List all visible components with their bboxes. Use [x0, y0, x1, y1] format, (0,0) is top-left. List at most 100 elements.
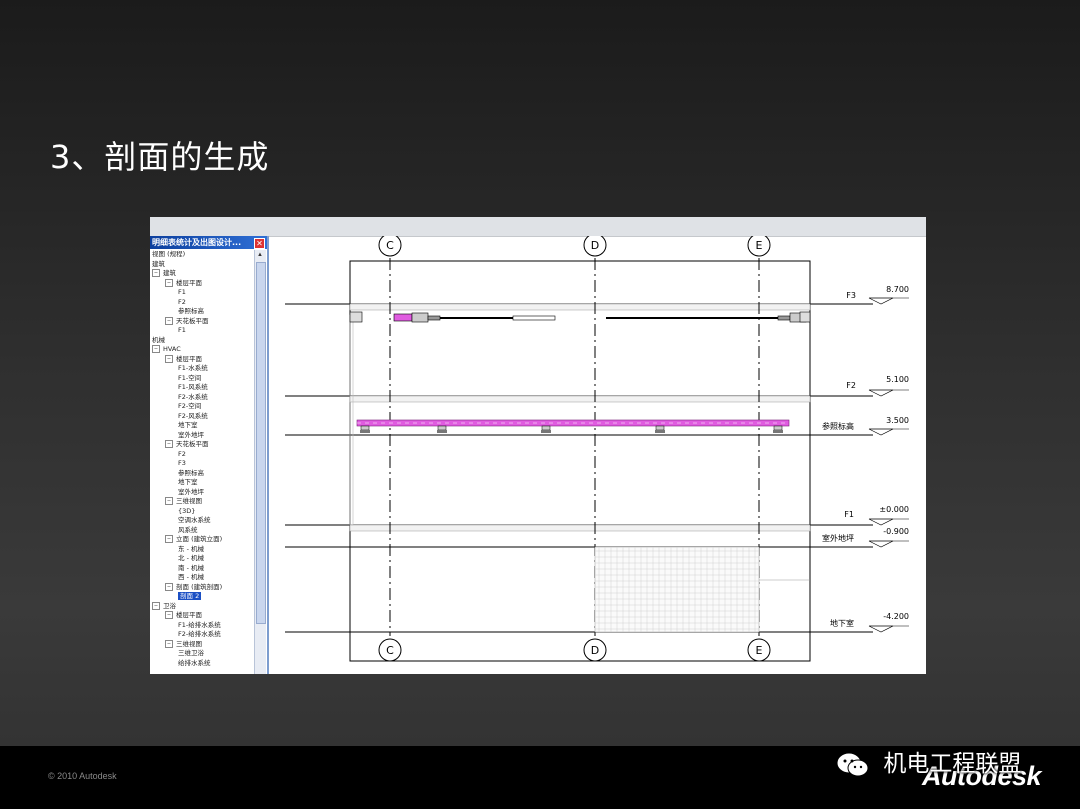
tree-item[interactable]: F2-风系统 [178, 412, 208, 421]
tree-item[interactable]: 空调水系统 [178, 516, 211, 525]
tree-item-label: 建筑 [163, 269, 176, 277]
f3-air-terminals [349, 311, 811, 323]
tree-expander-icon[interactable]: − [152, 269, 160, 277]
tree-item[interactable]: − 三维视图 [165, 497, 202, 506]
tree-item-label: F2 [178, 297, 186, 306]
tree-item-label: 室外地坪 [178, 430, 204, 439]
tree-expander-icon[interactable]: − [165, 639, 173, 648]
tree-expander-icon[interactable]: − [165, 278, 173, 287]
tree-item[interactable]: 北 - 机械 [178, 554, 204, 563]
tree-item-label: 北 - 机械 [178, 554, 204, 562]
scroll-up-icon[interactable]: ▲ [256, 251, 264, 259]
copyright-text: © 2010 Autodesk [48, 771, 117, 781]
tree-item[interactable]: 机械 [152, 336, 165, 345]
tree-item-label: 建筑 [152, 259, 165, 268]
tree-item[interactable]: 剖面 2 [178, 592, 202, 601]
tree-item[interactable]: − 天花板平面 [165, 316, 209, 326]
level-name-outdoor: 室外地坪 [822, 533, 854, 543]
tree-item-label: 楼层平面 [176, 278, 202, 287]
tree-item[interactable]: F2-水系统 [178, 393, 208, 402]
tree-item[interactable]: F2-给排水系统 [178, 630, 221, 639]
tree-item[interactable]: − 三维视图 [165, 639, 202, 649]
tree-item-label: 天花板平面 [176, 440, 209, 448]
tree-expander-icon[interactable]: − [165, 497, 173, 505]
tree-item-label: HVAC [163, 345, 181, 353]
slab-f2 [349, 395, 811, 403]
tree-item[interactable]: F2 [178, 298, 186, 307]
watermark: 机电工程联盟 [836, 744, 1021, 779]
tree-item[interactable]: 地下室 [178, 478, 198, 487]
tree-expander-icon[interactable]: − [165, 354, 173, 363]
tree-item[interactable]: 地下室 [178, 421, 198, 430]
tree-item[interactable]: F1 [178, 288, 186, 297]
tree-item[interactable]: 西 - 机械 [178, 573, 204, 582]
grid-label-d-top: D [591, 239, 599, 252]
tree-expander-icon[interactable]: − [152, 601, 160, 610]
revit-screenshot: 明细表统计及出图设计... ✕ 视图 (规程) 建筑 − 建筑 − 楼层平面 F1 F2 参照标… [150, 217, 926, 674]
tree-item[interactable]: − 立面 (建筑立面) [165, 535, 222, 544]
tree-item[interactable]: − 楼层平面 [165, 278, 202, 288]
tree-item[interactable]: − 天花板平面 [165, 440, 209, 449]
close-icon[interactable]: ✕ [254, 238, 265, 249]
tree-item-label: F2-给排水系统 [178, 630, 221, 638]
tree-item-label: 三维视图 [176, 639, 202, 648]
tree-item-label: 参照标高 [178, 468, 204, 477]
project-browser-title-text: 明细表统计及出图设计... [152, 238, 242, 247]
tree-item-label: F1 [178, 326, 186, 334]
tree-item[interactable]: {3D} [178, 507, 195, 516]
tree-item[interactable]: − 卫浴 [152, 601, 176, 611]
tree-expander-icon[interactable]: − [165, 582, 173, 591]
level-name-ref: 参照标高 [822, 421, 854, 431]
tree-item[interactable]: 视图 (规程) [152, 250, 185, 259]
tree-item[interactable]: − 剖面 (建筑剖面) [165, 582, 222, 592]
tree-expander-icon[interactable]: − [165, 316, 173, 325]
tree-item[interactable]: 风系统 [178, 526, 198, 535]
tree-expander-icon[interactable]: − [165, 611, 173, 619]
tree-item[interactable]: F1 [178, 326, 186, 335]
tree-item[interactable]: − 建筑 [152, 269, 176, 278]
tree-item[interactable]: 东 - 机械 [178, 545, 204, 554]
tree-item[interactable]: F1-空间 [178, 374, 201, 383]
tree-expander-icon[interactable]: − [165, 535, 173, 543]
tree-item-label: 机械 [152, 335, 165, 344]
tree-item[interactable]: F2-空间 [178, 402, 201, 411]
tree-item[interactable]: 室外地坪 [178, 488, 204, 497]
tree-item-label: 剖面 2 [178, 592, 202, 600]
tree-item[interactable]: 三维卫浴 [178, 649, 204, 658]
grid-bubbles-bottom: C D E [378, 638, 771, 662]
tree-item[interactable]: 室外地坪 [178, 431, 204, 440]
tree-item-label: 室外地坪 [178, 487, 204, 496]
wechat-icon [836, 752, 869, 776]
tree-item-label: 给排水系统 [178, 658, 211, 667]
project-browser-title[interactable]: 明细表统计及出图设计... ✕ [150, 236, 267, 249]
level-value-f2: 5.100 [886, 375, 909, 384]
scroll-thumb[interactable] [256, 262, 266, 624]
tree-item-label: 西 - 机械 [178, 573, 204, 581]
grid-label-e-bottom: E [756, 644, 763, 657]
tree-item-label: F1-风系统 [178, 383, 208, 391]
level-value-f1: ±0.000 [879, 505, 909, 514]
tree-item[interactable]: F1-给排水系统 [178, 621, 221, 630]
tree-item-label: 三维卫浴 [178, 649, 204, 657]
level-value-ref: 3.500 [886, 416, 909, 425]
tree-item[interactable]: 给排水系统 [178, 659, 211, 668]
tree-item[interactable]: F1-风系统 [178, 383, 208, 392]
tree-item[interactable]: 参照标高 [178, 307, 204, 316]
tree-item[interactable]: 参照标高 [178, 469, 204, 478]
tree-item[interactable]: − 楼层平面 [165, 611, 202, 620]
tree-item[interactable]: F1-水系统 [178, 364, 208, 373]
tree-item[interactable]: F3 [178, 459, 186, 468]
tree-item[interactable]: 建筑 [152, 260, 165, 269]
level-name-f1: F1 [844, 510, 854, 519]
tree-item[interactable]: − HVAC [152, 345, 181, 354]
browser-scrollbar[interactable]: ▲ [254, 250, 266, 674]
tree-expander-icon[interactable]: − [165, 440, 173, 448]
grid-bubbles-top: C D E [378, 236, 771, 257]
tree-item[interactable]: F2 [178, 450, 186, 459]
tree-expander-icon[interactable]: − [152, 345, 160, 353]
tree-item-label: 空调水系统 [178, 516, 211, 524]
tree-item[interactable]: − 楼层平面 [165, 354, 202, 364]
section-view-canvas[interactable]: C D E C D E F3 8.700 F2 5.100 参照标高 3.500… [273, 236, 926, 674]
tree-item[interactable]: 南 - 机械 [178, 564, 204, 573]
tree-item-label: 东 - 机械 [178, 544, 204, 553]
